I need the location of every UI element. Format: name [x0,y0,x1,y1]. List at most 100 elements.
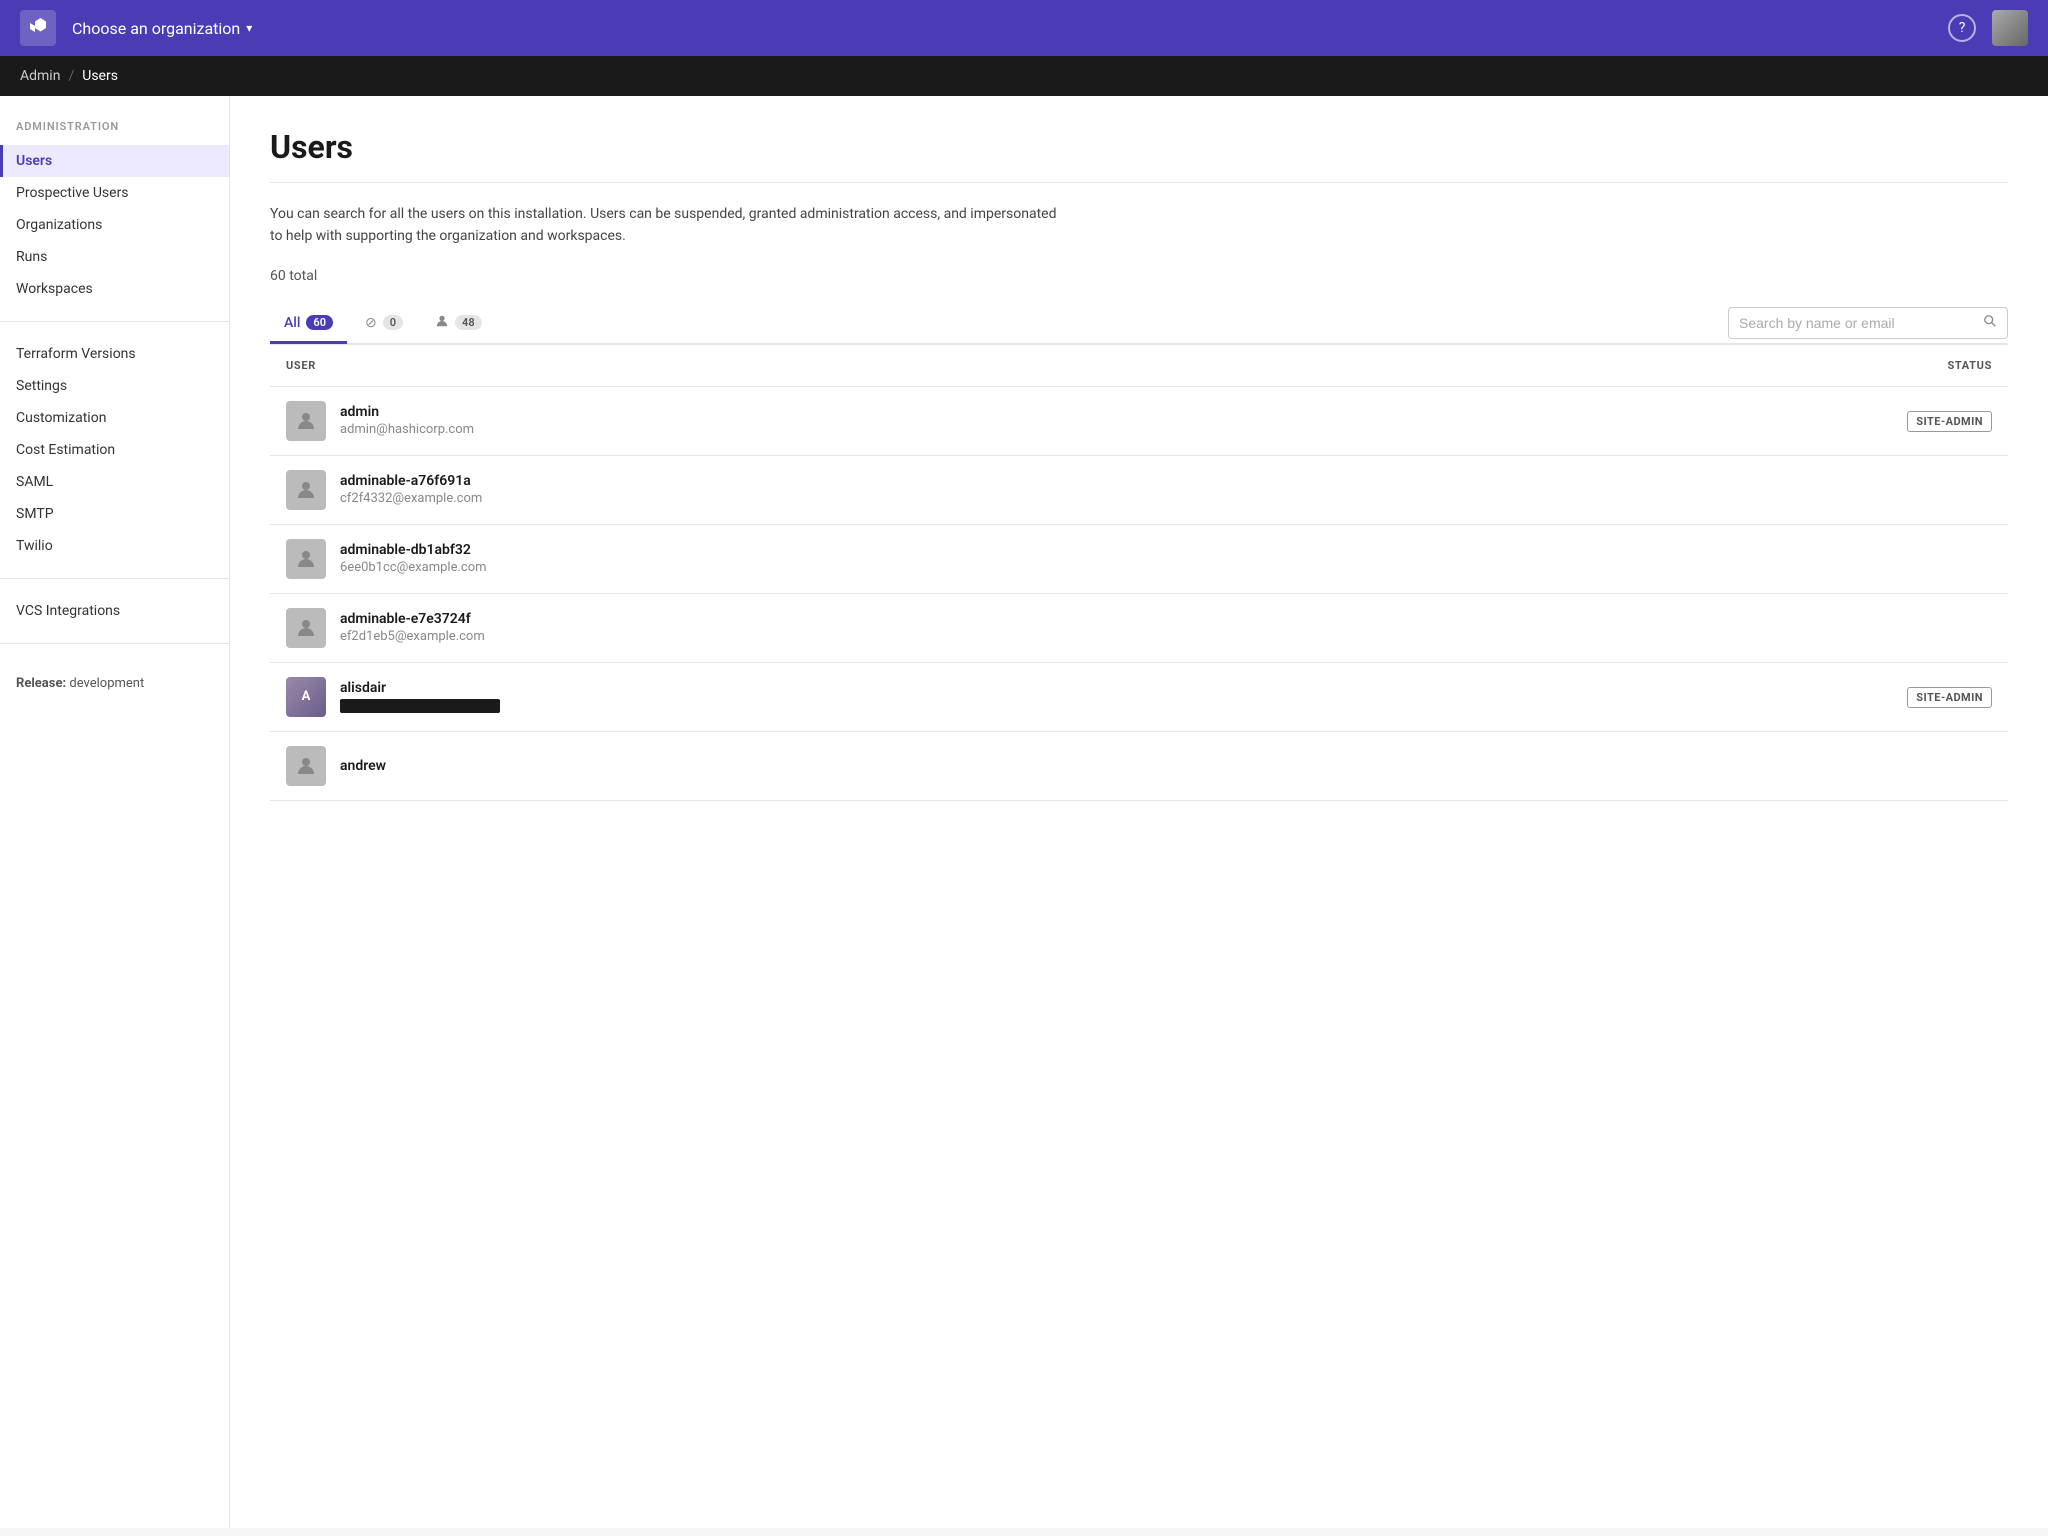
table-header-row: USER STATUS [270,345,2008,387]
tab-unconfirmed-count: 48 [455,315,482,330]
release-value: development [69,676,144,691]
ban-icon: ⊘ [365,315,377,331]
sidebar-divider-3 [0,643,229,644]
status-cell: SITE-ADMIN [1449,662,2008,731]
user-name: admin [340,404,474,420]
user-name: adminable-db1abf32 [340,542,487,558]
user-cell[interactable]: adminable-a76f691a cf2f4332@example.com [270,455,1449,524]
avatar-photo: A [286,677,326,717]
filter-tabs: All 60 ⊘ 0 48 [270,304,496,343]
sidebar-item-settings[interactable]: Settings [0,370,229,402]
table-row: admin admin@hashicorp.com SITE-ADMIN [270,386,2008,455]
breadcrumb-separator: / [68,68,74,84]
search-icon [1983,314,1997,332]
user-info: admin admin@hashicorp.com [340,404,474,437]
tab-unconfirmed[interactable]: 48 [421,304,496,345]
redacted-email [340,699,500,713]
org-name: Choose an organization [72,19,240,38]
chevron-down-icon: ▾ [246,21,252,35]
user-avatar-default [286,470,326,510]
status-badge: SITE-ADMIN [1907,687,1992,708]
tab-all[interactable]: All 60 [270,305,347,344]
filter-bar: All 60 ⊘ 0 48 [270,304,2008,345]
page-divider [270,182,2008,183]
top-nav: Choose an organization ▾ ? [0,0,2048,56]
status-cell: SITE-ADMIN [1449,386,2008,455]
user-cell[interactable]: A alisdair [270,662,1449,731]
user-name: adminable-e7e3724f [340,611,485,627]
sidebar-item-smtp[interactable]: SMTP [0,498,229,530]
tab-all-count: 60 [306,315,333,330]
sidebar-item-twilio[interactable]: Twilio [0,530,229,562]
main-layout: Administration Users Prospective Users O… [0,96,2048,1528]
status-cell [1449,593,2008,662]
avatar[interactable] [1992,10,2028,46]
col-user: USER [270,345,1449,387]
sidebar-item-customization[interactable]: Customization [0,402,229,434]
col-status: STATUS [1449,345,2008,387]
app-logo[interactable] [20,10,56,46]
help-icon[interactable]: ? [1948,14,1976,42]
user-cell[interactable]: adminable-e7e3724f ef2d1eb5@example.com [270,593,1449,662]
sidebar-item-users[interactable]: Users [0,145,229,177]
user-icon [435,314,449,332]
total-count: 60 total [270,268,2008,284]
user-cell[interactable]: adminable-db1abf32 6ee0b1cc@example.com [270,524,1449,593]
status-cell [1449,455,2008,524]
sidebar-item-terraform-versions[interactable]: Terraform Versions [0,338,229,370]
user-email [340,698,500,713]
sidebar-divider-2 [0,578,229,579]
user-info: andrew [340,758,386,774]
sidebar-item-saml[interactable]: SAML [0,466,229,498]
breadcrumb: Admin / Users [0,56,2048,96]
status-cell [1449,524,2008,593]
user-name: andrew [340,758,386,774]
status-cell [1449,731,2008,800]
org-selector[interactable]: Choose an organization ▾ [72,19,252,38]
user-avatar-default [286,539,326,579]
tab-suspended[interactable]: ⊘ 0 [351,305,417,344]
user-avatar-default [286,608,326,648]
search-input[interactable] [1739,315,1975,331]
sidebar-item-runs[interactable]: Runs [0,241,229,273]
user-info: adminable-a76f691a cf2f4332@example.com [340,473,482,506]
release-label: Release: [16,676,66,691]
sidebar: Administration Users Prospective Users O… [0,96,230,1528]
table-row: andrew [270,731,2008,800]
tab-all-label: All [284,315,300,331]
user-email: ef2d1eb5@example.com [340,629,485,644]
page-title: Users [270,128,2008,166]
status-badge: SITE-ADMIN [1907,411,1992,432]
user-email: 6ee0b1cc@example.com [340,560,487,575]
user-info: alisdair [340,680,500,713]
content-area: Users You can search for all the users o… [230,96,2048,1528]
sidebar-item-vcs-integrations[interactable]: VCS Integrations [0,595,229,627]
user-name: alisdair [340,680,500,696]
user-info: adminable-db1abf32 6ee0b1cc@example.com [340,542,487,575]
page-description: You can search for all the users on this… [270,203,1070,248]
user-cell[interactable]: andrew [270,731,1449,800]
sidebar-release: Release: development [0,660,229,691]
users-table: USER STATUS admin admin@hashicorp.com SI… [270,345,2008,801]
table-row: adminable-a76f691a cf2f4332@example.com [270,455,2008,524]
user-avatar-default [286,401,326,441]
user-email: admin@hashicorp.com [340,422,474,437]
top-nav-left: Choose an organization ▾ [20,10,252,46]
sidebar-section-label: Administration [0,120,229,145]
sidebar-item-cost-estimation[interactable]: Cost Estimation [0,434,229,466]
sidebar-item-organizations[interactable]: Organizations [0,209,229,241]
user-info: adminable-e7e3724f ef2d1eb5@example.com [340,611,485,644]
user-cell[interactable]: admin admin@hashicorp.com [270,386,1449,455]
user-avatar-default [286,746,326,786]
tab-suspended-count: 0 [383,315,403,330]
table-row: A alisdair SITE-ADMIN [270,662,2008,731]
table-row: adminable-db1abf32 6ee0b1cc@example.com [270,524,2008,593]
user-name: adminable-a76f691a [340,473,482,489]
sidebar-divider-1 [0,321,229,322]
search-box [1728,307,2008,339]
sidebar-item-workspaces[interactable]: Workspaces [0,273,229,305]
breadcrumb-admin[interactable]: Admin [20,68,60,84]
table-row: adminable-e7e3724f ef2d1eb5@example.com [270,593,2008,662]
sidebar-item-prospective-users[interactable]: Prospective Users [0,177,229,209]
breadcrumb-current: Users [82,68,118,84]
